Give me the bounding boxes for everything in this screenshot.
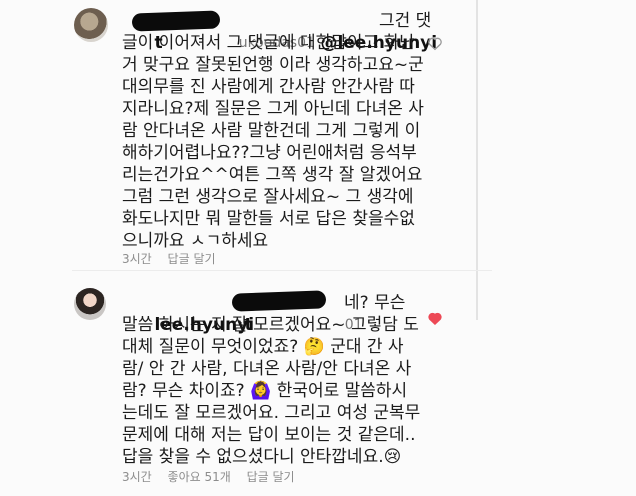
comment-2-meta: 3시간 좋아요 51개 답글 달기 [122, 468, 307, 485]
comment-2-line-4: 람/ 안 간 사람, 다녀온 사람/안 다녀온 사 [122, 359, 412, 379]
comment-separator [72, 270, 492, 271]
comment-1-meta: 3시간 답글 달기 [122, 250, 228, 267]
heart-outline-icon[interactable] [426, 34, 444, 52]
comment-1-line-8: 리는건가요^^여튼 그쪽 생각 잘 알겠어요 [122, 165, 423, 185]
comment-1-time: 3시간 [122, 252, 152, 266]
heart-filled-icon[interactable] [426, 309, 444, 327]
comment-1-line-3: 거 맞구요 잘못된언행 이라 생각하고요~군 [122, 55, 424, 75]
comment-1-line-5: 지라니요?제 질문은 그게 아닌데 다녀온 사 [122, 99, 424, 119]
comment-1-line-7: 해하기어렵나요??그냥 어린애처럼 응석부 [122, 143, 417, 163]
instagram-comments-view: t ukoodas01 @lee.hyunyi 그건 댓 글이 이어져서 그 댓… [0, 0, 636, 496]
screen-edge-divider [476, 0, 478, 320]
comment-2-line-7: 문제에 대해 저는 답이 보이는 것 같은데.. [122, 425, 416, 445]
comment-2-likes[interactable]: 좋아요 51개 [168, 470, 231, 484]
comment-2-line-1: 네? 무슨 [344, 293, 406, 313]
comment-2-line-2: 말씀 하시는 지 잘 모르겠어요~ 그렇담 도 [122, 315, 419, 335]
commenter-avatar-2[interactable] [74, 288, 106, 320]
comment-2-mention-redaction [231, 290, 327, 312]
comment-1-line-2: 글이 이어져서 그 댓글에 대한답이고 화난 [122, 33, 415, 53]
comment-1-line-10: 화도나지만 뭐 말한들 서로 답은 찾을수없 [122, 209, 415, 229]
comment-1-line-11: 으니까요 ㅅㄱ하세요 [122, 231, 269, 251]
comment-2-line-3: 대체 질문이 무엇이었죠? 🤔 군대 간 사 [122, 337, 404, 357]
comment-1-line-6: 람 안다녀온 사람 말한건데 그게 그렇게 이 [122, 121, 421, 141]
comment-1-line-4: 대의무를 진 사람에게 간사람 안간사람 따 [122, 77, 415, 97]
comment-2-line-6: 는데도 잘 모르겠어요. 그리고 여성 군복무 [122, 403, 421, 423]
comment-1-reply-button[interactable]: 답글 달기 [168, 252, 216, 266]
comment-2-line-8: 답을 찾을 수 없으셨다니 안타깝네요.😢 [122, 447, 402, 467]
comment-2-reply-button[interactable]: 답글 달기 [247, 470, 295, 484]
comment-2-time: 3시간 [122, 470, 152, 484]
comment-1-line-1: 그건 댓 [379, 11, 432, 31]
comment-2-line-5: 람? 무슨 차이죠? 🙆‍♀️ 한국어로 말씀하시 [122, 381, 408, 401]
comment-1-line-9: 그럼 그런 생각으로 잘사세요~ 그 생각에 [122, 187, 414, 207]
comment-1-username-redaction [131, 10, 221, 32]
commenter-avatar[interactable] [74, 8, 108, 42]
